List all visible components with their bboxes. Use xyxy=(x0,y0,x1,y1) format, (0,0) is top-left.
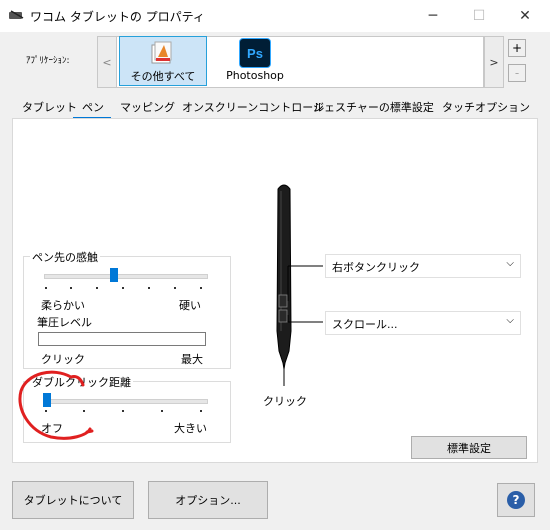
app-scroll-right-button[interactable]: > xyxy=(484,36,504,88)
pen-illustration xyxy=(276,184,323,386)
tick xyxy=(96,287,98,289)
tip-feel-label: ペン先の感触 xyxy=(30,249,100,265)
red-circle-annotation xyxy=(18,370,94,440)
tab-pen[interactable]: ペン xyxy=(82,97,104,118)
tip-feel-slider[interactable] xyxy=(109,268,118,282)
tick xyxy=(200,410,202,412)
minimize-button[interactable]: ─ xyxy=(410,0,456,32)
lower-button-value: スクロール... xyxy=(332,318,398,331)
lower-button-dropdown[interactable]: スクロール... ⌵ xyxy=(325,311,521,335)
pen-settings-panel: ペン先の感触 柔らかい 硬い 筆圧レベル クリック 最大 ダブルクリック距離 オ… xyxy=(12,118,538,463)
help-icon: ? xyxy=(507,491,525,509)
tab-gesture-defaults[interactable]: ジェスチャーの標準設定 xyxy=(313,97,434,118)
tab-onscreen-controls[interactable]: オンスクリーンコントロール xyxy=(182,97,324,118)
remove-app-button[interactable]: - xyxy=(508,64,526,82)
app-item-label: Photoshop xyxy=(226,69,284,82)
add-app-button[interactable]: + xyxy=(508,39,526,57)
all-apps-icon xyxy=(151,41,172,64)
upper-button-value: 右ボタンクリック xyxy=(332,261,420,274)
maximize-button[interactable]: ☐ xyxy=(456,0,502,32)
tablet-icon xyxy=(9,10,24,19)
tick xyxy=(45,287,47,289)
large-label: 大きい xyxy=(174,422,207,435)
tab-touch-options[interactable]: タッチオプション xyxy=(442,97,530,118)
tick xyxy=(174,287,176,289)
options-button[interactable]: オプション... xyxy=(148,481,268,519)
soft-label: 柔らかい xyxy=(41,299,85,312)
help-button[interactable]: ? xyxy=(497,483,535,517)
max-label: 最大 xyxy=(181,353,203,366)
app-item-label: その他すべて xyxy=(130,70,196,83)
firm-label: 硬い xyxy=(179,299,201,312)
tick xyxy=(70,287,72,289)
chevron-down-icon: ⌵ xyxy=(506,258,514,269)
chevron-down-icon: ⌵ xyxy=(506,315,514,326)
tick xyxy=(122,287,124,289)
tab-tablet[interactable]: タブレット xyxy=(22,97,77,118)
tip-feel-track xyxy=(44,274,208,279)
tick xyxy=(161,410,163,412)
app-item-photoshop[interactable]: Ps Photoshop xyxy=(220,36,290,84)
pressure-level-label: 筆圧レベル xyxy=(37,316,92,329)
tab-bar: タブレット ペン マッピング オンスクリーンコントロール ジェスチャーの標準設定… xyxy=(12,97,536,119)
window-title: ワコム タブレットの プロパティ xyxy=(30,10,205,24)
tab-mapping[interactable]: マッピング xyxy=(120,97,175,118)
about-tablet-button[interactable]: タブレットについて xyxy=(12,481,134,519)
app-scroll-left-button[interactable]: < xyxy=(97,36,117,88)
pressure-level-bar xyxy=(38,332,206,346)
close-button[interactable]: ✕ xyxy=(502,0,548,32)
applications-label: ｱﾌﾟﾘｹｰｼｮﾝ: xyxy=(26,56,70,66)
tip-function-label: クリック xyxy=(263,395,307,408)
upper-button-dropdown[interactable]: 右ボタンクリック ⌵ xyxy=(325,254,521,278)
tick xyxy=(148,287,150,289)
title-bar: ワコム タブレットの プロパティ ─ ☐ ✕ xyxy=(0,0,550,32)
tip-feel-group: ペン先の感触 柔らかい 硬い 筆圧レベル クリック 最大 xyxy=(23,249,231,369)
photoshop-icon: Ps xyxy=(239,38,271,68)
tick xyxy=(200,287,202,289)
app-item-all-others[interactable]: その他すべて xyxy=(119,36,207,86)
defaults-button[interactable]: 標準設定 xyxy=(411,436,527,459)
